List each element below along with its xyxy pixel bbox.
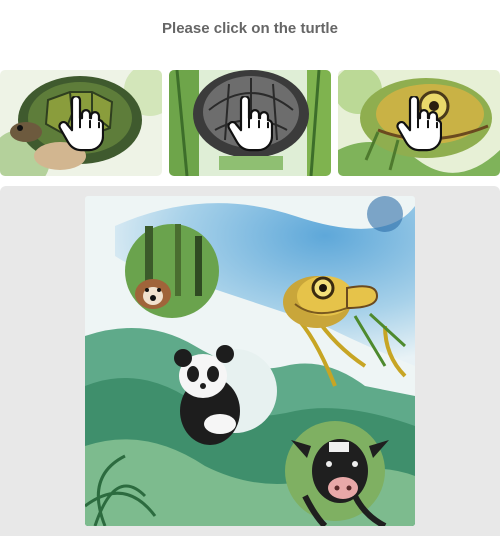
pointer-hand-icon: [227, 96, 273, 152]
panda-hotspot[interactable]: [165, 341, 275, 441]
pointer-hand-icon: [58, 96, 104, 152]
dog-hotspot[interactable]: [120, 226, 215, 321]
thumbnail-turtle-head-closeup[interactable]: [338, 70, 500, 176]
captcha-prompt: Please click on the turtle: [162, 20, 338, 37]
thumbnail-turtle-shell-gray[interactable]: [169, 70, 331, 176]
turtle-hotspot[interactable]: [280, 271, 380, 341]
pointer-hand-icon: [396, 96, 442, 152]
thumbnail-turtle-shell-green[interactable]: [0, 70, 162, 176]
challenge-image[interactable]: [85, 196, 415, 526]
cow-hotspot[interactable]: [290, 426, 390, 516]
